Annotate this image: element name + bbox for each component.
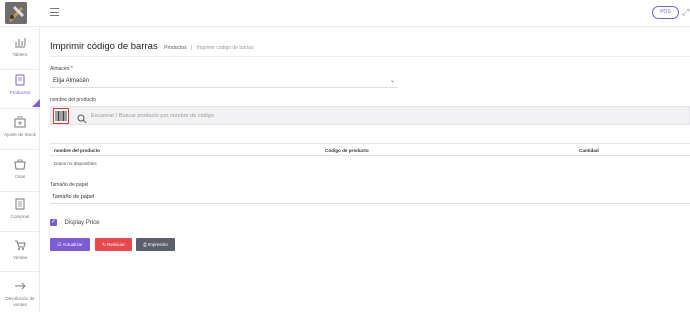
display-price-label: Display Price bbox=[64, 219, 100, 226]
page-title: Imprimir código de barras bbox=[50, 41, 158, 52]
paper-size-label: Tamaño de papel bbox=[50, 182, 89, 188]
sidebar-item-products[interactable]: Productos bbox=[0, 74, 40, 107]
paper-size-select[interactable]: Tamaño de papel bbox=[50, 191, 690, 204]
breadcrumb-current: Imprimir código de barras bbox=[196, 45, 254, 51]
cart-icon bbox=[14, 239, 26, 251]
sidebar-item-label: Ventas bbox=[12, 255, 28, 260]
update-button[interactable]: ☑Actualizar bbox=[50, 238, 90, 251]
dashboard-chart-icon bbox=[14, 36, 26, 48]
sidebar-item-label: Compras bbox=[10, 214, 30, 219]
printer-icon: ⎙ bbox=[143, 242, 147, 247]
page-header: Imprimir código de barras Productos | Im… bbox=[50, 36, 254, 52]
sidebar-item-sales[interactable]: Ventas bbox=[0, 239, 40, 279]
app-logo[interactable] bbox=[5, 2, 27, 24]
pos-button[interactable]: POS bbox=[652, 6, 679, 19]
sidebar-item-purchases[interactable]: Compras bbox=[0, 198, 40, 238]
sidebar-item-label: Ajuste de Stock bbox=[4, 132, 36, 137]
warehouse-label: Almacén * bbox=[50, 66, 73, 72]
table-header-row: nombre del producto Código de producto C… bbox=[50, 143, 690, 156]
sidebar-item-label: Citas bbox=[14, 174, 26, 179]
sidebar-item-stock-adjust[interactable]: Ajuste de Stock bbox=[0, 116, 40, 156]
warehouse-select[interactable]: Elija Almacén ⌄ bbox=[50, 74, 398, 88]
arrow-right-icon bbox=[14, 280, 26, 292]
sidebar-item-sales-return[interactable]: Devolución de ventas bbox=[0, 280, 40, 320]
reset-button[interactable]: ↻Reiniciar bbox=[95, 238, 132, 251]
table-empty-row: Datos no disponibles bbox=[50, 156, 690, 170]
product-search-bar bbox=[50, 106, 690, 125]
sidebar-divider bbox=[0, 108, 40, 109]
column-header-product-name[interactable]: nombre del producto bbox=[54, 148, 100, 153]
reset-button-label: Reiniciar bbox=[106, 242, 125, 247]
display-price-checkbox[interactable]: ✓ bbox=[50, 219, 57, 227]
sidebar-item-label: Productos bbox=[9, 90, 31, 95]
sidebar-divider bbox=[0, 271, 40, 272]
print-button-label: Impresión bbox=[147, 242, 168, 247]
sidebar-divider bbox=[0, 69, 40, 70]
stock-adjust-icon bbox=[14, 116, 26, 128]
display-price-row[interactable]: ✓ Display Price bbox=[50, 214, 100, 227]
search-icon bbox=[77, 111, 87, 124]
quotations-icon bbox=[14, 158, 26, 170]
sidebar-item-quotations[interactable]: Citas bbox=[0, 158, 40, 198]
sidebar-item-label: Devolución de ventas bbox=[5, 296, 35, 307]
menu-toggle-icon[interactable] bbox=[50, 8, 59, 16]
products-table: nombre del producto Código de producto C… bbox=[50, 143, 690, 170]
product-name-label: nombre del producto bbox=[50, 97, 96, 103]
update-icon: ☑ bbox=[57, 242, 62, 247]
top-bar: POS ⤢ bbox=[0, 0, 690, 27]
products-box-icon bbox=[14, 74, 26, 86]
fullscreen-icon[interactable]: ⤢ bbox=[682, 6, 689, 18]
sidebar-item-dashboard[interactable]: Tablero bbox=[0, 36, 40, 76]
header-divider bbox=[50, 56, 690, 57]
column-header-quantity[interactable]: Cantidad bbox=[579, 148, 599, 153]
sidebar-divider bbox=[0, 231, 40, 232]
sidebar-divider bbox=[0, 149, 40, 150]
barcode-scan-icon[interactable] bbox=[53, 108, 69, 124]
update-button-label: Actualizar bbox=[62, 242, 83, 247]
print-button[interactable]: ⎙Impresión bbox=[136, 238, 175, 251]
sidebar-divider bbox=[0, 191, 40, 192]
breadcrumb-separator: | bbox=[191, 45, 193, 51]
sidebar: Tablero Productos Ajuste de Stock Citas … bbox=[0, 27, 40, 311]
breadcrumb-parent[interactable]: Productos bbox=[164, 45, 187, 51]
warehouse-select-value: Elija Almacén bbox=[53, 78, 90, 84]
product-search-input[interactable] bbox=[91, 109, 651, 123]
reset-icon: ↻ bbox=[102, 242, 106, 247]
column-header-product-code[interactable]: Código de producto bbox=[325, 148, 369, 153]
purchases-icon bbox=[14, 198, 26, 210]
sidebar-item-label: Tablero bbox=[12, 52, 28, 57]
empty-message: Datos no disponibles bbox=[54, 161, 97, 166]
chevron-down-icon: ⌄ bbox=[389, 78, 395, 84]
